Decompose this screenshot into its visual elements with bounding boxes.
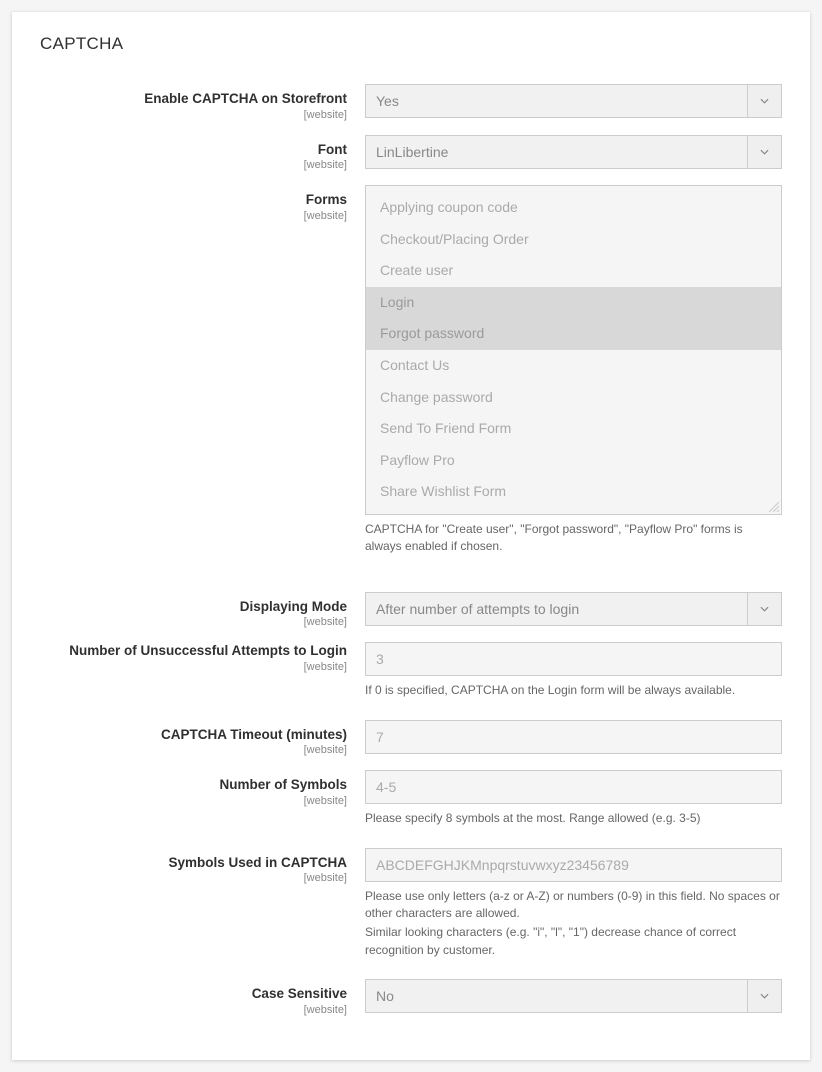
forms-option[interactable]: Change password [366,382,781,414]
symbols-used-scope: [website] [40,872,347,884]
attempts-input[interactable]: 3 [365,642,782,676]
enable-select[interactable]: Yes [365,84,782,118]
timeout-scope: [website] [40,744,347,756]
symbols-used-value: ABCDEFGHJKMnpqrstuvwxyz23456789 [376,857,629,873]
attempts-value: 3 [376,651,384,667]
timeout-value: 7 [376,729,384,745]
forms-option[interactable]: Applying coupon code [366,192,781,224]
caret-down-icon [747,593,781,625]
case-sensitive-value: No [366,980,747,1012]
symbols-count-value: 4-5 [376,779,396,795]
mode-select[interactable]: After number of attempts to login [365,592,782,626]
font-select-value: LinLibertine [366,136,747,168]
resize-handle-icon[interactable] [769,502,779,512]
forms-option[interactable]: Create user [366,255,781,287]
forms-option[interactable]: Forgot password [366,318,781,350]
caret-down-icon [747,980,781,1012]
font-select[interactable]: LinLibertine [365,135,782,169]
caret-down-icon [747,136,781,168]
forms-label: Forms [40,191,347,209]
forms-option[interactable]: Checkout/Placing Order [366,224,781,256]
forms-note: CAPTCHA for "Create user", "Forgot passw… [365,521,782,556]
forms-multiselect[interactable]: Applying coupon code Checkout/Placing Or… [365,185,782,515]
enable-label: Enable CAPTCHA on Storefront [40,90,347,108]
attempts-label: Number of Unsuccessful Attempts to Login [40,642,347,660]
attempts-scope: [website] [40,661,347,673]
enable-scope: [website] [40,109,347,121]
section-title: CAPTCHA [40,34,782,54]
forms-option[interactable]: Contact Us [366,350,781,382]
enable-select-value: Yes [366,85,747,117]
mode-select-value: After number of attempts to login [366,593,747,625]
forms-option[interactable]: Payflow Pro [366,445,781,477]
case-sensitive-scope: [website] [40,1004,347,1016]
attempts-note: If 0 is specified, CAPTCHA on the Login … [365,682,782,699]
symbols-count-input[interactable]: 4-5 [365,770,782,804]
case-sensitive-select[interactable]: No [365,979,782,1013]
symbols-used-input[interactable]: ABCDEFGHJKMnpqrstuvwxyz23456789 [365,848,782,882]
symbols-used-note1: Please use only letters (a-z or A-Z) or … [365,888,782,923]
mode-scope: [website] [40,616,347,628]
forms-option[interactable]: Share Wishlist Form [366,476,781,508]
font-scope: [website] [40,159,347,171]
timeout-label: CAPTCHA Timeout (minutes) [40,726,347,744]
caret-down-icon [747,85,781,117]
symbols-count-scope: [website] [40,795,347,807]
timeout-input[interactable]: 7 [365,720,782,754]
symbols-used-label: Symbols Used in CAPTCHA [40,854,347,872]
symbols-used-note2: Similar looking characters (e.g. "i", "l… [365,924,782,959]
forms-scope: [website] [40,210,347,222]
case-sensitive-label: Case Sensitive [40,985,347,1003]
symbols-count-note: Please specify 8 symbols at the most. Ra… [365,810,782,827]
symbols-count-label: Number of Symbols [40,776,347,794]
forms-option[interactable]: Login [366,287,781,319]
forms-option[interactable]: Send To Friend Form [366,413,781,445]
mode-label: Displaying Mode [40,598,347,616]
font-label: Font [40,141,347,159]
